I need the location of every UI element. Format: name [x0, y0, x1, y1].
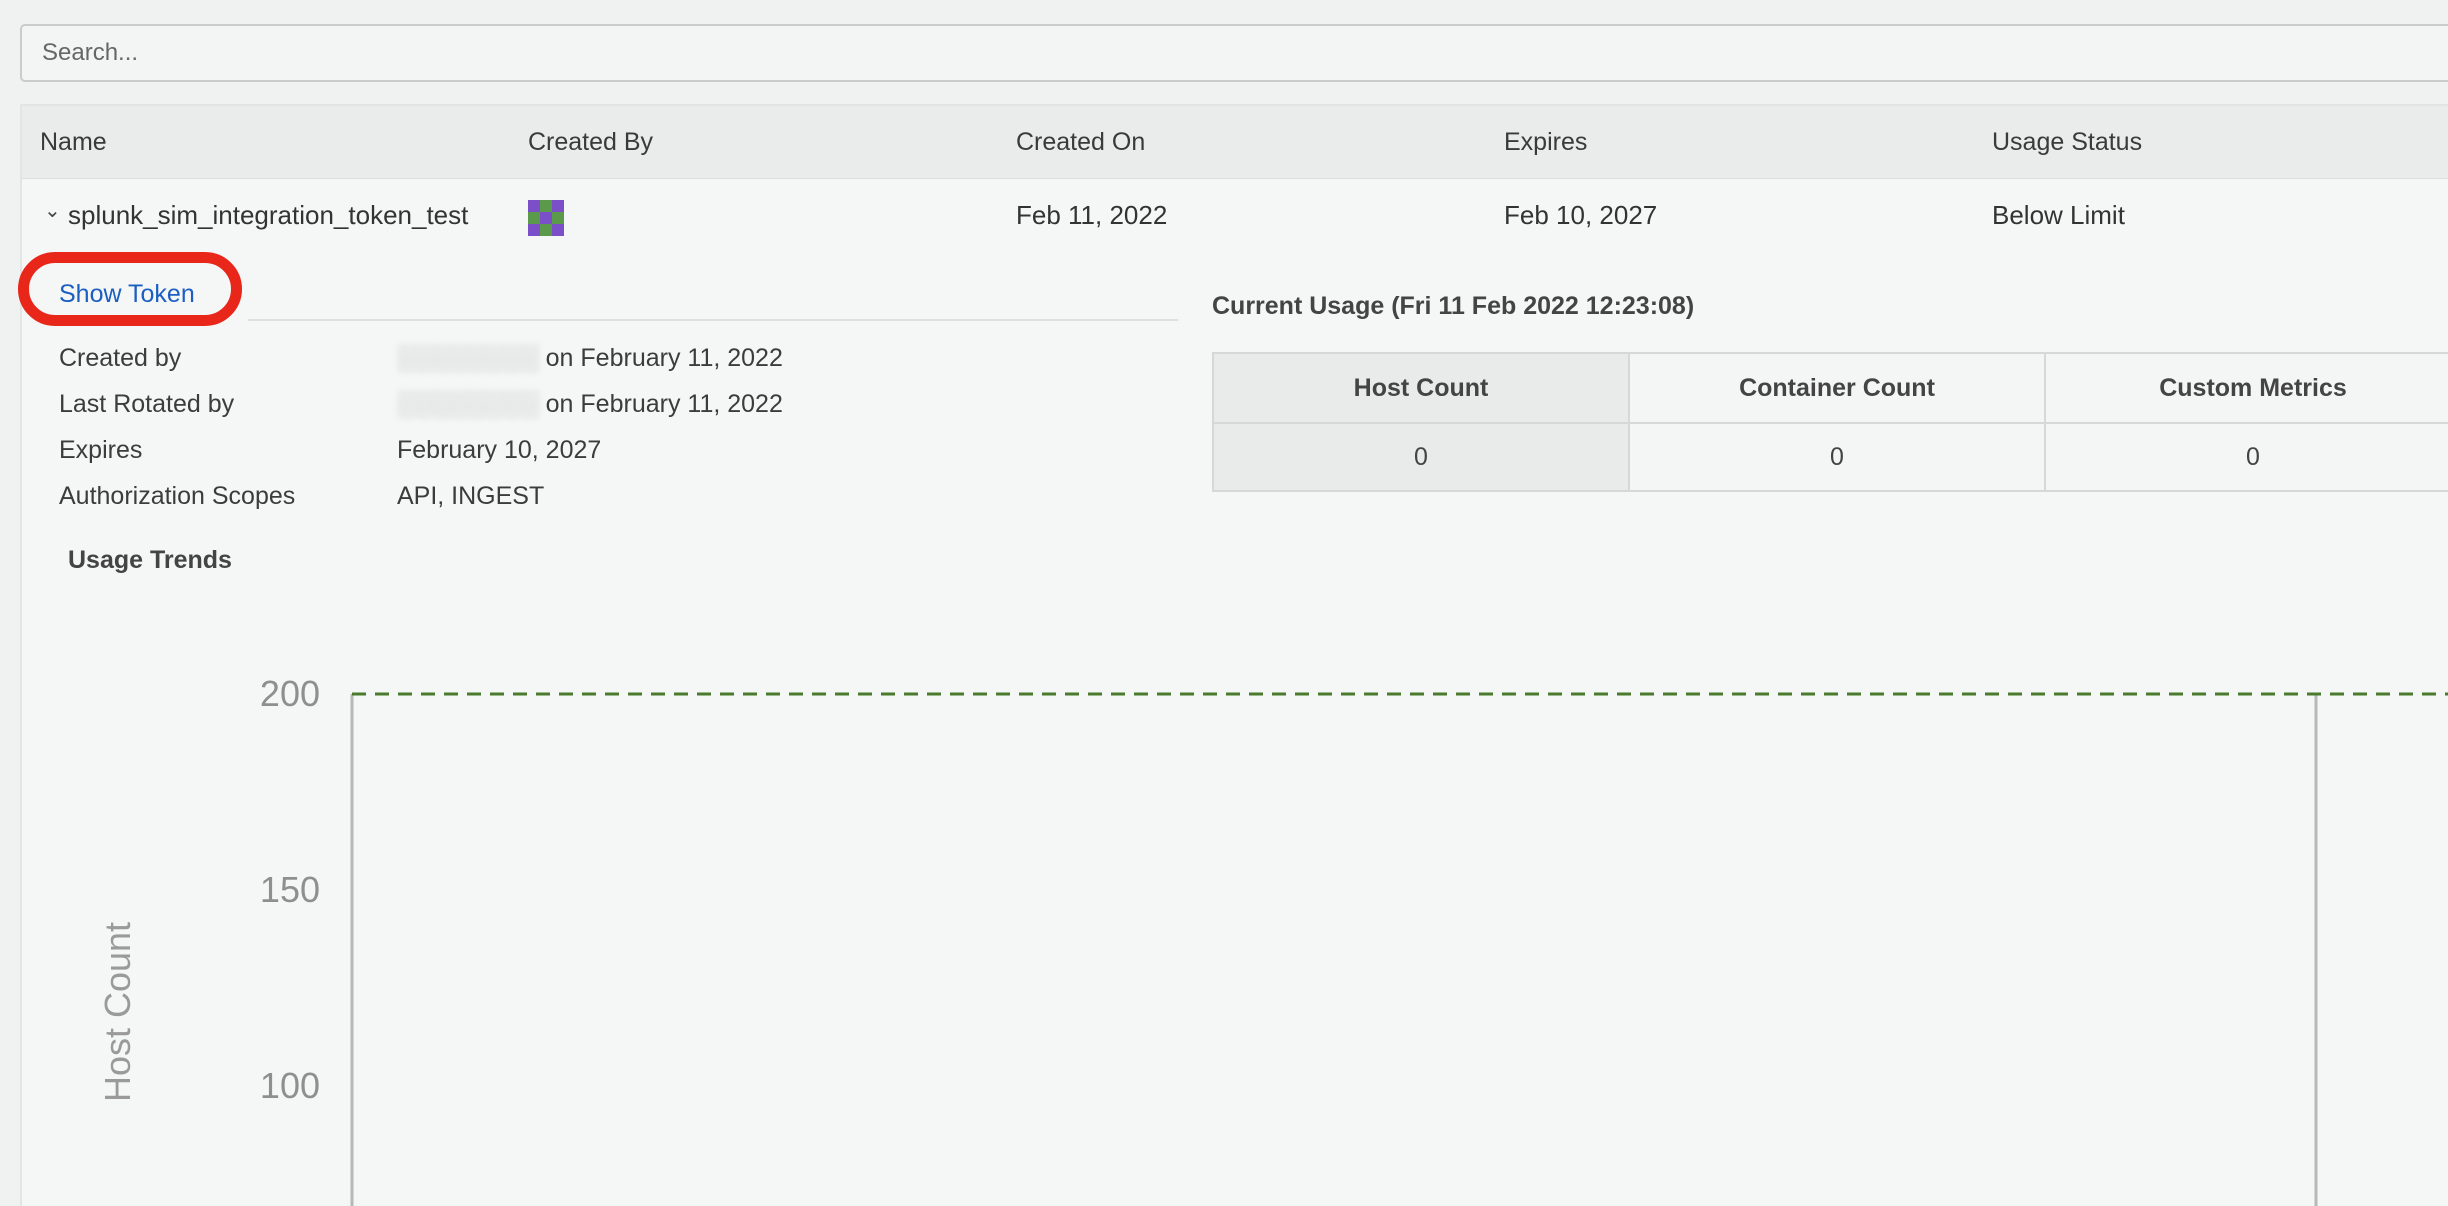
search-input[interactable]: Search...: [20, 24, 2448, 82]
chart-y-tick-150: 150: [260, 869, 320, 910]
chart-y-axis-label: Host Count: [97, 922, 138, 1102]
usage-trends-chart: Host Count 200 150 100: [97, 673, 2448, 1206]
chart-y-tick-200: 200: [260, 673, 320, 714]
tokens-table-panel: Name Created By Created On Expires Usage…: [18, 104, 2448, 1206]
chart-y-tick-100: 100: [260, 1065, 320, 1106]
